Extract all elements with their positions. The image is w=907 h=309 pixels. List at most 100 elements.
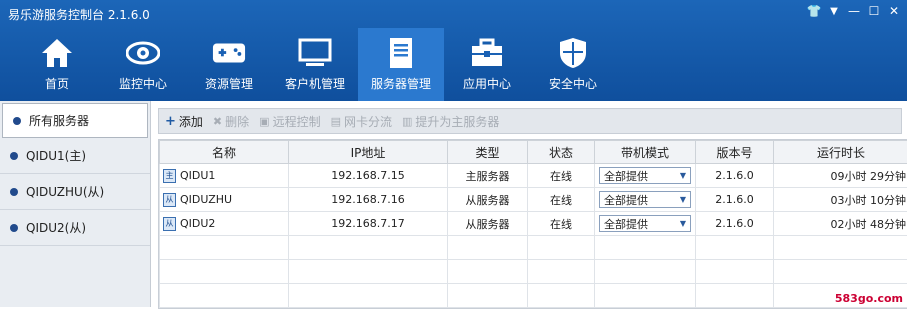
skin-icon[interactable]: 👕 [807, 4, 821, 18]
type-cell: 主服务器 [448, 164, 528, 188]
monitor-icon [298, 36, 332, 70]
dropdown-icon[interactable]: ▼ [827, 4, 841, 18]
sidebar-item-qidu1[interactable]: QIDU1(主) [0, 138, 150, 174]
sidebar-item-label: QIDU1(主) [26, 147, 86, 164]
gamepad-icon [212, 36, 246, 70]
bullet-icon [10, 188, 18, 196]
sidebar-item-label: 所有服务器 [29, 112, 89, 129]
delete-button[interactable]: ✖ 删除 [213, 113, 249, 130]
table-row[interactable]: 主 QIDU1 192.168.7.15 主服务器 在线 全部提供▼ 2.1.6.… [160, 164, 907, 188]
server-name-cell: 主 QIDU1 [160, 164, 289, 188]
nav-label: 服务器管理 [371, 75, 431, 92]
chevron-down-icon: ▼ [680, 195, 686, 204]
nic-split-label: 网卡分流 [344, 113, 392, 130]
nav-item-home[interactable]: 首页 [14, 28, 100, 101]
minimize-icon[interactable]: — [847, 4, 861, 18]
server-name-cell: 从 QIDU2 [160, 212, 289, 236]
server-name: QIDU1 [180, 169, 215, 182]
nav-label: 资源管理 [205, 75, 253, 92]
nav-label: 应用中心 [463, 75, 511, 92]
close-icon[interactable]: ✕ [887, 4, 901, 18]
maximize-icon[interactable]: ☐ [867, 4, 881, 18]
version-cell: 2.1.6.0 [696, 164, 774, 188]
watermark: 583go.com [835, 292, 903, 305]
promote-master-button[interactable]: ▥ 提升为主服务器 [402, 113, 499, 130]
uptime-cell: 09小时 29分钟 [774, 164, 907, 188]
home-icon [40, 36, 74, 70]
server-role-icon: 从 [163, 193, 176, 207]
version-cell: 2.1.6.0 [696, 212, 774, 236]
empty-row [160, 236, 907, 260]
column-header-version[interactable]: 版本号 [696, 141, 774, 164]
server-icon [384, 36, 418, 70]
mode-cell: 全部提供 ▼ [595, 188, 696, 212]
version-cell: 2.1.6.0 [696, 188, 774, 212]
mode-select-value: 全部提供 [604, 192, 648, 208]
ip-cell: 192.168.7.16 [289, 188, 448, 212]
remote-control-button[interactable]: ▣ 远程控制 [259, 113, 320, 130]
bullet-icon [10, 152, 18, 160]
app-header: 易乐游服务控制台 2.1.6.0 👕 ▼ — ☐ ✕ 首页 监控中心 资源管理 [0, 0, 907, 101]
column-header-uptime[interactable]: 运行时长 [774, 141, 907, 164]
plus-icon: + [165, 114, 176, 129]
mode-select[interactable]: 全部提供▼ [599, 215, 691, 232]
mode-cell: 全部提供▼ [595, 164, 696, 188]
mode-select[interactable]: 全部提供 ▼ [599, 191, 691, 208]
eye-icon [126, 36, 160, 70]
status-cell: 在线 [528, 188, 595, 212]
sidebar-item-qiduzhu[interactable]: QIDUZHU(从) [0, 174, 150, 210]
nav-label: 安全中心 [549, 75, 597, 92]
ip-cell: 192.168.7.15 [289, 164, 448, 188]
sidebar-item-qidu2[interactable]: QIDU2(从) [0, 210, 150, 246]
sidebar-item-all-servers[interactable]: 所有服务器 [2, 103, 148, 138]
promote-master-label: 提升为主服务器 [415, 113, 499, 130]
column-header-type[interactable]: 类型 [448, 141, 528, 164]
sidebar-item-label: QIDU2(从) [26, 219, 86, 236]
remote-icon: ▣ [259, 115, 269, 128]
ip-cell: 192.168.7.17 [289, 212, 448, 236]
nav-item-clients[interactable]: 客户机管理 [272, 28, 358, 101]
column-header-ip[interactable]: IP地址 [289, 141, 448, 164]
nav-item-security-center[interactable]: 安全中心 [530, 28, 616, 101]
nav-item-servers[interactable]: 服务器管理 [358, 28, 444, 101]
server-name: QIDU2 [180, 217, 215, 230]
table-header-row: 名称 IP地址 类型 状态 带机模式 版本号 运行时长 [160, 141, 907, 164]
nav-label: 监控中心 [119, 75, 167, 92]
server-sidebar: 所有服务器 QIDU1(主) QIDUZHU(从) QIDU2(从) [0, 101, 151, 307]
mode-select-value: 全部提供 [604, 216, 648, 232]
empty-row [160, 284, 907, 308]
sidebar-item-label: QIDUZHU(从) [26, 183, 104, 200]
delete-button-label: 删除 [225, 113, 249, 130]
uptime-cell: 03小时 10分钟 [774, 188, 907, 212]
bullet-icon [13, 117, 21, 125]
column-header-name[interactable]: 名称 [160, 141, 289, 164]
column-header-mode[interactable]: 带机模式 [595, 141, 696, 164]
mode-select-value: 全部提供 [604, 168, 648, 184]
nav-item-monitor-center[interactable]: 监控中心 [100, 28, 186, 101]
app-title: 易乐游服务控制台 2.1.6.0 [8, 6, 150, 23]
column-header-status[interactable]: 状态 [528, 141, 595, 164]
type-cell: 从服务器 [448, 188, 528, 212]
shield-icon [556, 36, 590, 70]
empty-row [160, 260, 907, 284]
toolbox-icon [470, 36, 504, 70]
nav-item-resources[interactable]: 资源管理 [186, 28, 272, 101]
status-cell: 在线 [528, 212, 595, 236]
add-button[interactable]: + 添加 [165, 113, 203, 130]
bullet-icon [10, 224, 18, 232]
nav-label: 首页 [45, 75, 69, 92]
server-role-icon: 主 [163, 169, 176, 183]
table-row[interactable]: 从 QIDUZHU 192.168.7.16 从服务器 在线 全部提供 ▼ 2.1.… [160, 188, 907, 212]
nic-split-button[interactable]: ▤ 网卡分流 [331, 113, 392, 130]
server-toolbar: + 添加 ✖ 删除 ▣ 远程控制 ▤ 网卡分流 ▥ 提升为主服务器 [158, 108, 902, 134]
server-name: QIDUZHU [180, 193, 232, 206]
remote-control-label: 远程控制 [273, 113, 321, 130]
nav-item-app-center[interactable]: 应用中心 [444, 28, 530, 101]
server-role-icon: 从 [163, 217, 176, 231]
table-row[interactable]: 从QIDU2 192.168.7.17 从服务器 在线 全部提供▼ 2.1.6.… [160, 212, 907, 236]
nic-icon: ▤ [331, 115, 341, 128]
status-cell: 在线 [528, 164, 595, 188]
promote-icon: ▥ [402, 115, 412, 128]
nav-label: 客户机管理 [285, 75, 345, 92]
mode-select[interactable]: 全部提供▼ [599, 167, 691, 184]
